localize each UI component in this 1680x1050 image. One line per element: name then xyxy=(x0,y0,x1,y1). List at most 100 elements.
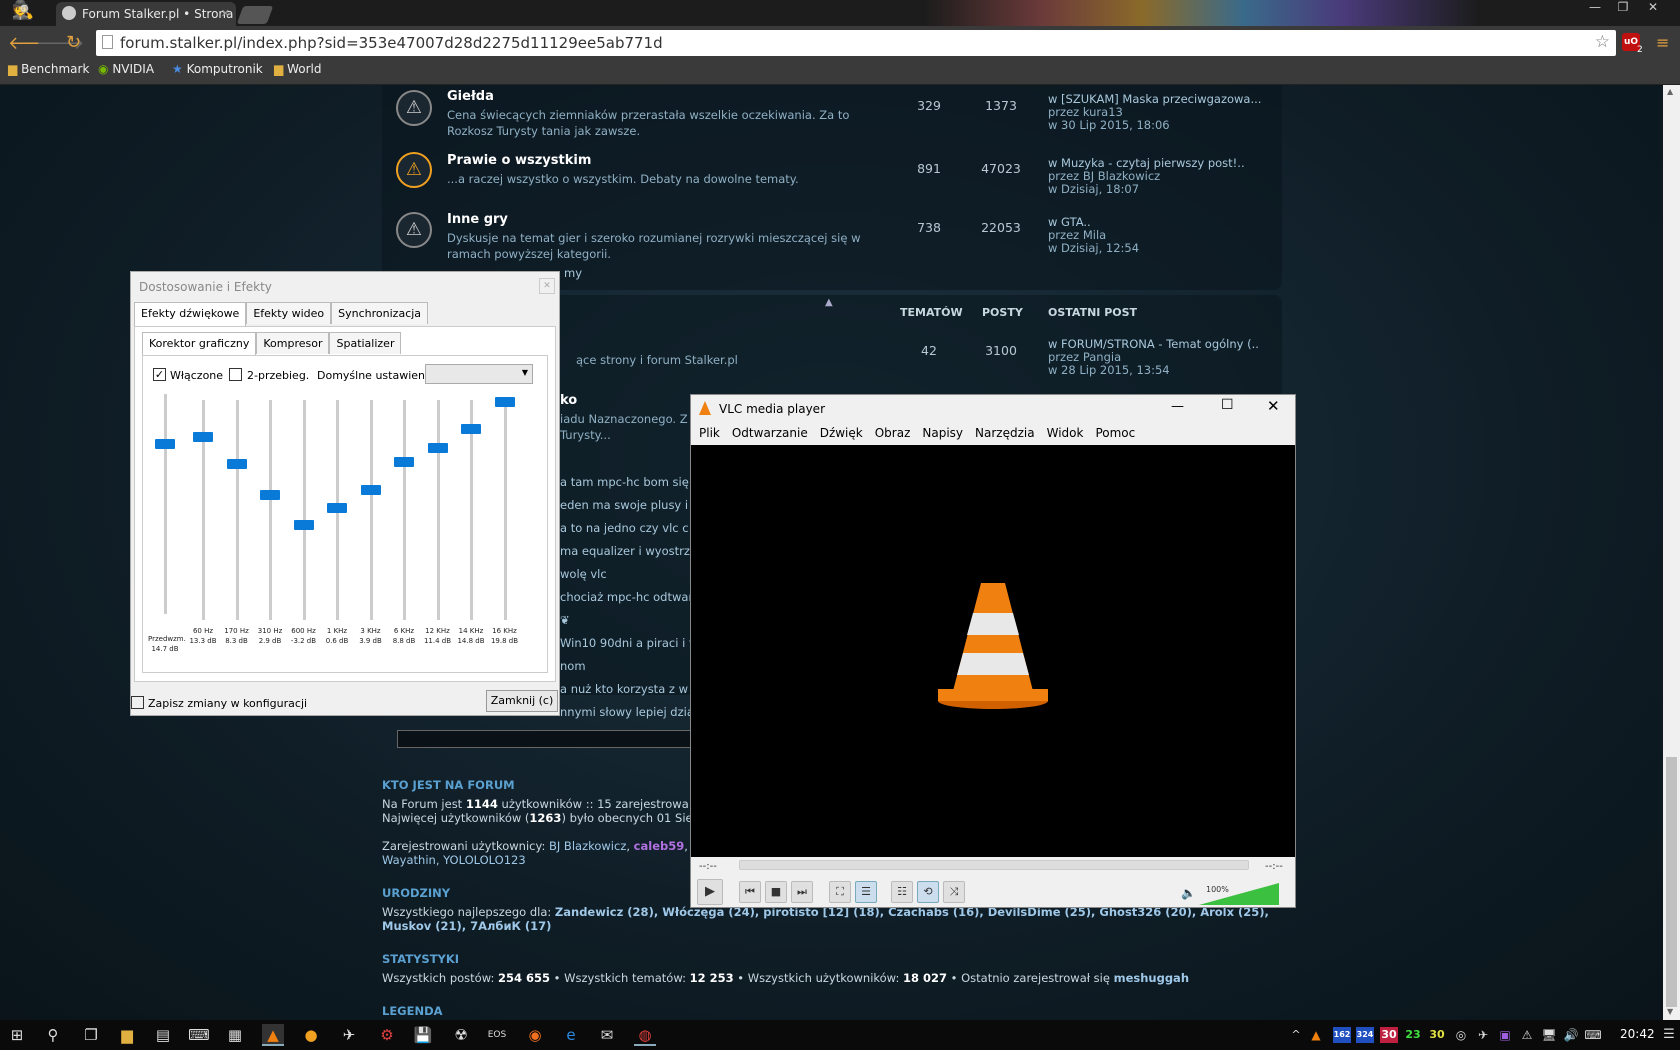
close-button[interactable]: Zamknij (c) xyxy=(486,690,558,712)
bookmark-nvidia[interactable]: ◉ NVIDIA xyxy=(98,62,154,76)
vlc-close-icon[interactable]: ✕ xyxy=(1267,397,1280,415)
tab-synchronization[interactable]: Synchronizacja xyxy=(331,302,429,324)
close-tab-icon[interactable]: ✕ xyxy=(221,7,230,20)
chrome-icon[interactable]: ◍ xyxy=(634,1024,656,1046)
recent-post[interactable]: nom xyxy=(560,658,697,681)
firefox-icon[interactable]: ◉ xyxy=(524,1024,546,1046)
volume-slider[interactable] xyxy=(1199,883,1279,905)
calculator-icon[interactable]: ▦ xyxy=(224,1024,246,1046)
scroll-up-icon[interactable]: ▲ xyxy=(1667,87,1673,96)
slider-handle[interactable] xyxy=(427,443,448,454)
tray-number[interactable]: 162 xyxy=(1333,1027,1351,1043)
keyboard-tray-icon[interactable]: ⌨ xyxy=(1584,1024,1602,1046)
seek-bar[interactable] xyxy=(739,860,1249,870)
app-icon[interactable]: ⚙ xyxy=(376,1024,398,1046)
extended-settings-button[interactable]: ☰ xyxy=(855,881,877,903)
recent-post[interactable]: wolę vlc xyxy=(560,566,697,589)
who-line-4[interactable]: Wayathin, YOLOLOLO123 xyxy=(382,853,526,867)
tray-app-icon[interactable]: ⚠ xyxy=(1518,1024,1536,1046)
user-link[interactable]: BJ Blazkowicz xyxy=(549,839,626,853)
stop-button[interactable]: ■ xyxy=(765,881,787,903)
recent-post[interactable]: chociaż mpc-hc odtwar xyxy=(560,589,697,612)
restore-icon[interactable]: ❐ xyxy=(1610,0,1636,18)
eq-band-slider[interactable]: 60 Hz 13.3 dB xyxy=(189,390,217,660)
app-icon[interactable]: ▤ xyxy=(152,1024,174,1046)
menu-video[interactable]: Obraz xyxy=(875,426,911,440)
eq-band-slider[interactable]: 12 KHz 11.4 dB xyxy=(424,390,451,660)
fullscreen-button[interactable]: ⛶ xyxy=(829,881,851,903)
menu-audio[interactable]: Dźwięk xyxy=(820,426,863,440)
two-pass-checkbox[interactable] xyxy=(229,368,242,381)
recent-post[interactable]: a tam mpc-hc bom się xyxy=(560,474,697,497)
tray-vlc-icon[interactable]: ▲ xyxy=(1308,1024,1324,1046)
dialog-close-icon[interactable]: ✕ xyxy=(539,278,555,294)
close-window-icon[interactable]: ✕ xyxy=(1640,0,1666,18)
page-scrollbar[interactable]: ▲ ▼ xyxy=(1663,85,1680,1020)
action-center-icon[interactable]: ☰ xyxy=(1660,1024,1678,1046)
tray-number[interactable]: 23 xyxy=(1404,1027,1422,1043)
slider-handle[interactable] xyxy=(360,485,381,496)
tab-audio-effects[interactable]: Efekty dźwiękowe xyxy=(134,302,247,326)
slider-handle[interactable] xyxy=(226,458,247,469)
tray-app-icon[interactable]: ✈ xyxy=(1474,1024,1492,1046)
slider-track[interactable] xyxy=(369,400,373,620)
tray-expand-icon[interactable]: ^ xyxy=(1288,1024,1304,1046)
bookmark-komputronik[interactable]: ★ Komputronik xyxy=(172,62,263,76)
tray-app-icon[interactable]: ▣ xyxy=(1496,1024,1514,1046)
slider-handle[interactable] xyxy=(394,456,414,467)
menu-view[interactable]: Widok xyxy=(1047,426,1084,440)
birthdays-line-2[interactable]: Muskov (21), 7АлбиК (17) xyxy=(382,919,551,933)
slider-track[interactable] xyxy=(235,400,239,620)
tab-video-effects[interactable]: Efekty wideo xyxy=(246,302,332,324)
menu-icon[interactable]: ≡ xyxy=(1656,33,1669,52)
app-icon[interactable]: ● xyxy=(300,1024,322,1046)
slider-handle[interactable] xyxy=(494,397,515,408)
eq-band-slider[interactable]: 310 Hz 2.9 dB xyxy=(258,390,282,660)
playlist-button[interactable]: ☷ xyxy=(891,881,913,903)
menu-file[interactable]: Plik xyxy=(699,426,720,440)
user-link[interactable]: caleb59 xyxy=(634,839,685,853)
vlc-maximize-icon[interactable]: ☐ xyxy=(1221,397,1234,413)
play-button[interactable]: ▶ xyxy=(697,879,723,905)
app-icon[interactable]: ☢ xyxy=(450,1024,472,1046)
eq-band-slider[interactable]: 3 KHz 3.9 dB xyxy=(359,390,383,660)
minimize-icon[interactable]: — xyxy=(1582,0,1608,18)
address-bar[interactable]: forum.stalker.pl/index.php?sid=353e47007… xyxy=(96,30,1616,56)
tab-spatializer[interactable]: Spatializer xyxy=(329,332,402,354)
bookmark-benchmark[interactable]: ▆ Benchmark xyxy=(8,62,89,76)
slider-track[interactable] xyxy=(403,400,406,620)
eq-band-slider[interactable]: 14 KHz 14.8 dB xyxy=(457,390,485,660)
recent-post[interactable]: eden ma swoje plusy i xyxy=(560,497,697,520)
eq-band-slider[interactable]: 6 KHz 8.8 dB xyxy=(392,390,416,660)
slider-handle[interactable] xyxy=(293,520,314,531)
bookmark-world[interactable]: ▆ World xyxy=(274,62,321,76)
slider-handle[interactable] xyxy=(327,502,347,513)
clock[interactable]: 20:42 xyxy=(1620,1027,1655,1041)
file-explorer-icon[interactable]: ▆ xyxy=(116,1024,138,1046)
search-icon[interactable]: ⚲ xyxy=(42,1024,64,1046)
enabled-checkbox[interactable]: ✓ xyxy=(153,368,166,381)
keyboard-icon[interactable]: ⌨ xyxy=(188,1024,210,1046)
eq-band-slider[interactable]: 600 Hz -3.2 dB xyxy=(291,390,316,660)
forum-name[interactable]: Inne gry xyxy=(447,212,508,227)
volume-tray-icon[interactable]: 🔊 xyxy=(1562,1024,1580,1046)
forum-name[interactable]: Giełda xyxy=(447,89,494,104)
loop-button[interactable]: ⟲ xyxy=(917,881,939,903)
recent-post[interactable]: ma equalizer i wyostrza xyxy=(560,543,697,566)
mail-icon[interactable]: ✉ xyxy=(596,1024,618,1046)
browser-tab[interactable]: Forum Stalker.pl • Strona g ✕ xyxy=(56,2,236,26)
tray-number[interactable]: 30 xyxy=(1380,1027,1398,1043)
network-icon[interactable]: 🖥 xyxy=(1540,1024,1558,1046)
vlc-minimize-icon[interactable]: — xyxy=(1171,399,1184,414)
previous-button[interactable]: ⏮ xyxy=(739,881,761,903)
recent-post[interactable]: nnymi słowy lepiej dzia xyxy=(560,704,697,727)
slider-track[interactable] xyxy=(503,400,507,620)
eq-band-slider[interactable]: 1 KHz 0.6 dB xyxy=(325,390,349,660)
newest-user-link[interactable]: meshuggah xyxy=(1114,971,1189,985)
eq-band-slider[interactable]: 170 Hz 8.3 dB xyxy=(224,390,249,660)
tab-compressor[interactable]: Kompresor xyxy=(256,332,330,354)
recent-post[interactable]: Win10 90dni a piraci i t xyxy=(560,635,697,658)
scroll-thumb[interactable] xyxy=(1666,757,1677,1007)
edge-icon[interactable]: e xyxy=(560,1024,582,1046)
tray-number[interactable]: 30 xyxy=(1428,1027,1446,1043)
